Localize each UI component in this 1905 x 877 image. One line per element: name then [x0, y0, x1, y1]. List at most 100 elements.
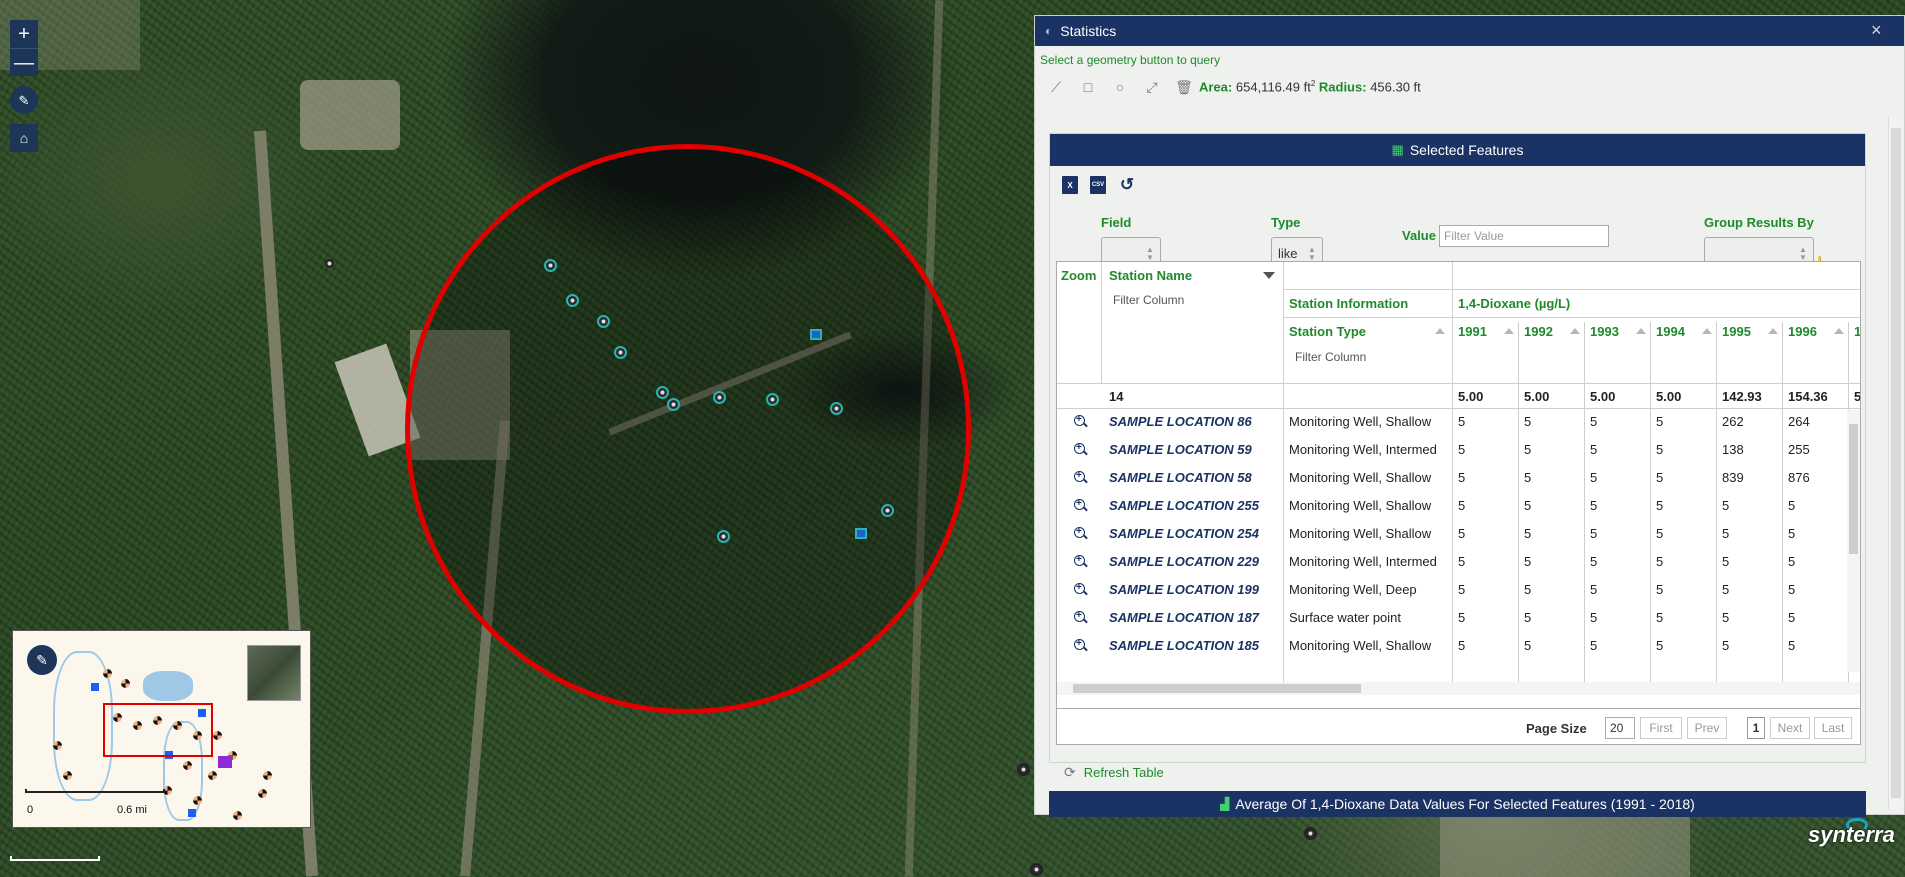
overview-map[interactable]: ✎ 0 0.6 mi	[12, 630, 311, 828]
year-header[interactable]: 1991	[1458, 324, 1498, 339]
station-name-cell[interactable]: SAMPLE LOCATION 199	[1109, 582, 1285, 597]
sort-icon[interactable]	[1834, 328, 1844, 334]
rectangle-icon[interactable]: □	[1079, 78, 1097, 96]
average-chart-header[interactable]: ▟ Average Of 1,4-Dioxane Data Values For…	[1049, 791, 1866, 817]
station-marker[interactable]	[667, 398, 680, 411]
overview-thumbnail[interactable]	[247, 645, 301, 701]
surface-water-marker[interactable]	[855, 528, 867, 539]
close-icon[interactable]: ×	[1871, 20, 1882, 41]
station-type-cell: Monitoring Well, Deep	[1289, 582, 1417, 597]
station-name-cell[interactable]: SAMPLE LOCATION 229	[1109, 554, 1285, 569]
page-size-input[interactable]: 20	[1605, 717, 1635, 739]
feather-icon[interactable]: ✎	[10, 86, 38, 114]
station-type-filter[interactable]: Filter Column	[1295, 350, 1435, 364]
value-cell: 5	[1722, 638, 1730, 653]
year-header[interactable]: 1994	[1656, 324, 1696, 339]
station-name-cell[interactable]: SAMPLE LOCATION 59	[1109, 442, 1285, 457]
station-marker[interactable]	[881, 504, 894, 517]
year-header[interactable]: 1992	[1524, 324, 1564, 339]
station-name-cell[interactable]: SAMPLE LOCATION 58	[1109, 470, 1285, 485]
value-cell: 5	[1458, 554, 1466, 569]
surface-water-marker[interactable]	[810, 329, 822, 340]
station-marker[interactable]	[614, 346, 627, 359]
type-value: like	[1278, 245, 1298, 261]
current-page[interactable]: 1	[1747, 717, 1765, 739]
panel-scrollbar-thumb[interactable]	[1891, 128, 1901, 798]
value-cell: 5	[1722, 610, 1730, 625]
station-marker[interactable]	[656, 386, 669, 399]
sort-icon[interactable]	[1570, 328, 1580, 334]
home-icon[interactable]: ⌂	[10, 124, 38, 152]
station-type-cell: Monitoring Well, Intermed	[1289, 442, 1437, 457]
station-name-cell[interactable]: SAMPLE LOCATION 255	[1109, 498, 1285, 513]
station-type-header[interactable]: Station Type	[1289, 324, 1399, 339]
csv-icon[interactable]: CSV	[1090, 176, 1106, 194]
value-cell: 5	[1656, 610, 1664, 625]
grid-horizontal-scrollbar[interactable]	[1057, 682, 1860, 695]
station-marker[interactable]	[1030, 863, 1043, 876]
statistics-titlebar[interactable]: ◐ Statistics	[1035, 16, 1904, 46]
station-marker[interactable]	[830, 402, 843, 415]
last-page-button[interactable]: Last	[1814, 717, 1852, 739]
station-name-header[interactable]: Station Name	[1109, 268, 1249, 283]
spinner-icon: ▲ ▼	[1308, 245, 1316, 262]
station-marker[interactable]	[325, 259, 334, 268]
zoom-icon[interactable]: +	[1071, 412, 1089, 430]
zoom-icon[interactable]: +	[1071, 496, 1089, 514]
grid-vertical-scrollbar-thumb[interactable]	[1849, 424, 1858, 554]
first-page-button[interactable]: First	[1640, 717, 1682, 739]
sort-icon[interactable]	[1636, 328, 1646, 334]
prev-page-button[interactable]: Prev	[1687, 717, 1727, 739]
station-marker[interactable]	[717, 530, 730, 543]
circle-icon[interactable]: ○	[1111, 78, 1129, 96]
zoom-icon[interactable]: +	[1071, 524, 1089, 542]
brand-logo: synterra	[1808, 822, 1895, 847]
zoom-icon[interactable]: +	[1071, 580, 1089, 598]
refresh-table-link[interactable]: ⟳ Refresh Table	[1064, 764, 1164, 781]
excel-icon[interactable]: X	[1062, 176, 1078, 194]
sort-icon[interactable]	[1504, 328, 1514, 334]
zoom-in-button[interactable]: +	[10, 20, 38, 48]
column-menu-icon[interactable]	[1263, 272, 1275, 279]
grid-horizontal-scrollbar-thumb[interactable]	[1073, 684, 1361, 693]
year-header[interactable]: 1996	[1788, 324, 1828, 339]
zoom-icon[interactable]: +	[1071, 636, 1089, 654]
zoom-icon[interactable]: +	[1071, 468, 1089, 486]
filter-value-input[interactable]	[1439, 225, 1609, 247]
station-marker[interactable]	[544, 259, 557, 272]
sort-icon[interactable]	[1435, 328, 1445, 334]
zoom-out-button[interactable]: —	[10, 48, 38, 76]
plus-icon: +	[1076, 470, 1082, 481]
extent-icon[interactable]: ⤢	[1143, 78, 1161, 96]
station-marker[interactable]	[1017, 763, 1030, 776]
station-marker[interactable]	[713, 391, 726, 404]
grid-vertical-scrollbar[interactable]	[1847, 410, 1860, 672]
zoom-icon[interactable]: +	[1071, 552, 1089, 570]
station-name-cell[interactable]: SAMPLE LOCATION 86	[1109, 414, 1285, 429]
zoom-icon[interactable]: +	[1071, 440, 1089, 458]
year-header[interactable]: 1995	[1722, 324, 1762, 339]
station-name-cell[interactable]: SAMPLE LOCATION 185	[1109, 638, 1285, 653]
panel-scrollbar[interactable]	[1888, 116, 1902, 810]
next-page-button[interactable]: Next	[1770, 717, 1810, 739]
station-marker[interactable]	[566, 294, 579, 307]
polyline-icon[interactable]: ⟋	[1047, 78, 1065, 96]
overview-extent[interactable]	[103, 703, 213, 757]
station-name-cell[interactable]: SAMPLE LOCATION 254	[1109, 526, 1285, 541]
reset-icon[interactable]: ↺	[1118, 175, 1136, 194]
station-marker[interactable]	[766, 393, 779, 406]
trash-icon[interactable]: 🗑	[1175, 78, 1193, 96]
station-marker[interactable]	[597, 315, 610, 328]
year-header[interactable]: 1993	[1590, 324, 1630, 339]
feather-icon[interactable]: ✎	[27, 645, 57, 675]
station-name-cell[interactable]: SAMPLE LOCATION 187	[1109, 610, 1285, 625]
overview-square	[188, 809, 196, 817]
station-marker[interactable]	[1304, 827, 1317, 840]
value-cell: 5	[1590, 554, 1598, 569]
year-header[interactable]: 1	[1854, 324, 1860, 339]
station-name-filter[interactable]: Filter Column	[1113, 293, 1253, 307]
sort-icon[interactable]	[1702, 328, 1712, 334]
zoom-icon[interactable]: +	[1071, 608, 1089, 626]
value-label: Value	[1402, 228, 1436, 243]
sort-icon[interactable]	[1768, 328, 1778, 334]
